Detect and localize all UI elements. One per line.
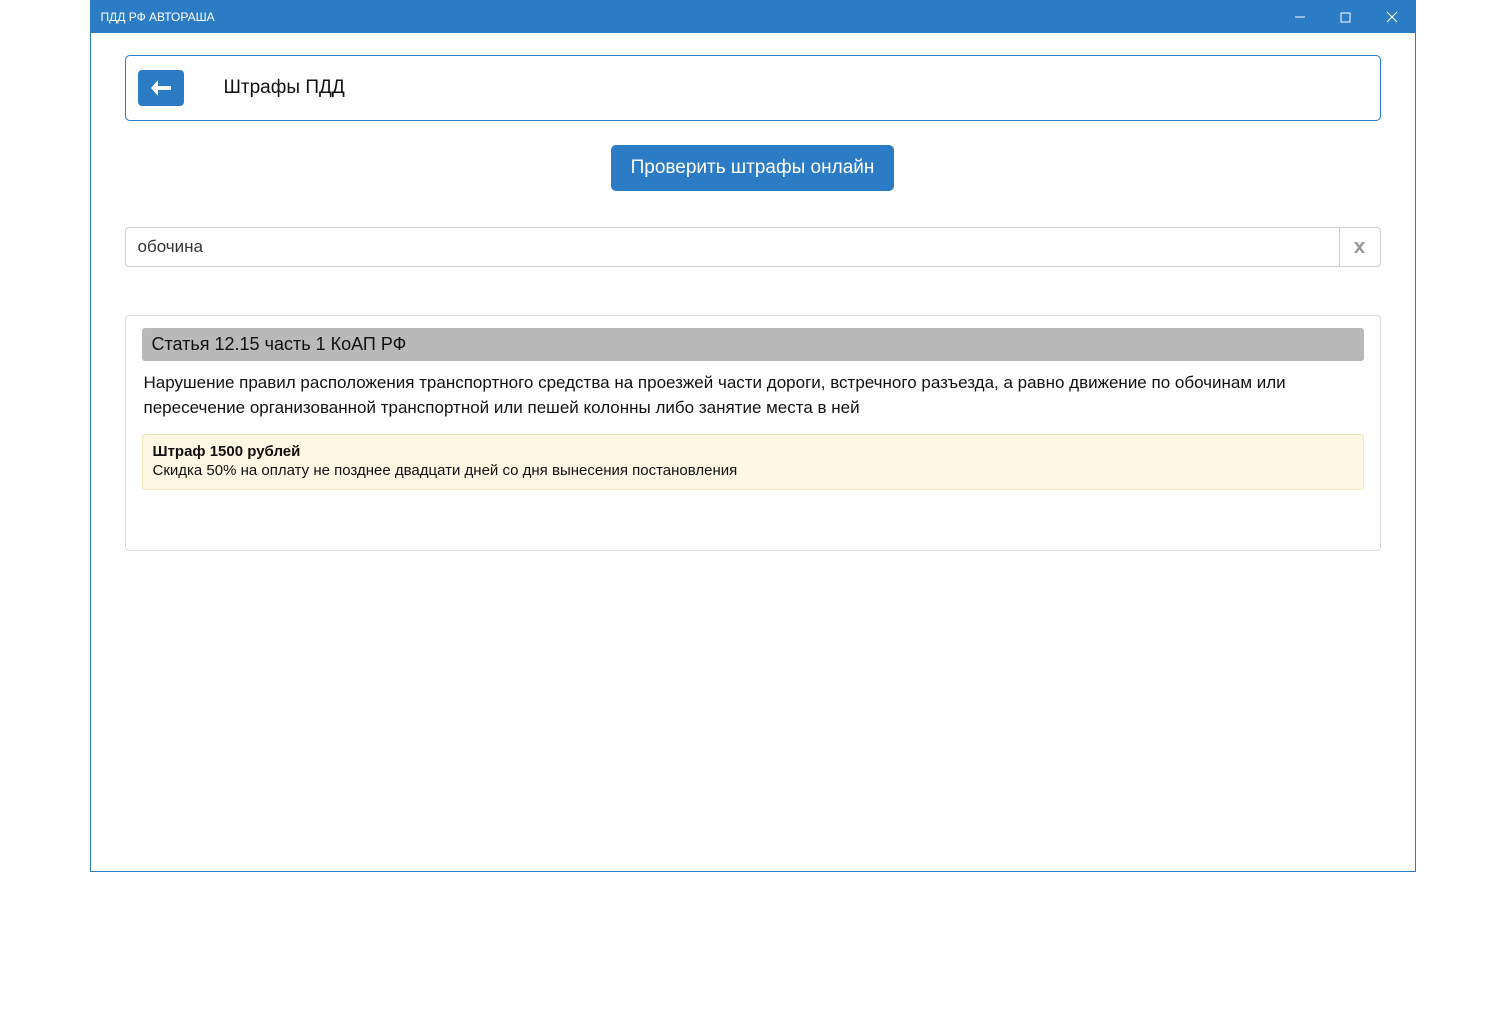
arrow-left-icon bbox=[150, 79, 172, 97]
window-titlebar: ПДД РФ АВТОРАША bbox=[91, 1, 1415, 33]
clear-search-button[interactable] bbox=[1339, 227, 1381, 267]
window-controls bbox=[1277, 1, 1415, 33]
back-button[interactable] bbox=[138, 70, 184, 106]
window-title: ПДД РФ АВТОРАША bbox=[101, 10, 1277, 24]
penalty-note: Скидка 50% на оплату не позднее двадцати… bbox=[153, 462, 1353, 479]
results-panel: Статья 12.15 часть 1 КоАП РФ Нарушение п… bbox=[125, 315, 1381, 551]
page-header-panel: Штрафы ПДД bbox=[125, 55, 1381, 121]
article-title: Статья 12.15 часть 1 КоАП РФ bbox=[142, 328, 1364, 361]
content-area: Штрафы ПДД Проверить штрафы онлайн Стать… bbox=[91, 33, 1415, 871]
search-bar bbox=[125, 227, 1381, 267]
article-text: Нарушение правил расположения транспортн… bbox=[142, 361, 1364, 434]
penalty-title: Штраф 1500 рублей bbox=[153, 443, 1353, 460]
page-title: Штрафы ПДД bbox=[224, 77, 345, 99]
check-fines-online-button[interactable]: Проверить штрафы онлайн bbox=[611, 145, 895, 191]
penalty-box: Штраф 1500 рублей Скидка 50% на оплату н… bbox=[142, 434, 1364, 490]
close-icon bbox=[1386, 11, 1398, 23]
clear-icon bbox=[1352, 240, 1367, 255]
app-window: ПДД РФ АВТОРАША bbox=[90, 0, 1416, 872]
search-input[interactable] bbox=[125, 227, 1339, 267]
maximize-button[interactable] bbox=[1323, 1, 1369, 33]
minimize-icon bbox=[1294, 11, 1306, 23]
maximize-icon bbox=[1340, 12, 1351, 23]
close-button[interactable] bbox=[1369, 1, 1415, 33]
primary-action-wrap: Проверить штрафы онлайн bbox=[125, 145, 1381, 191]
minimize-button[interactable] bbox=[1277, 1, 1323, 33]
